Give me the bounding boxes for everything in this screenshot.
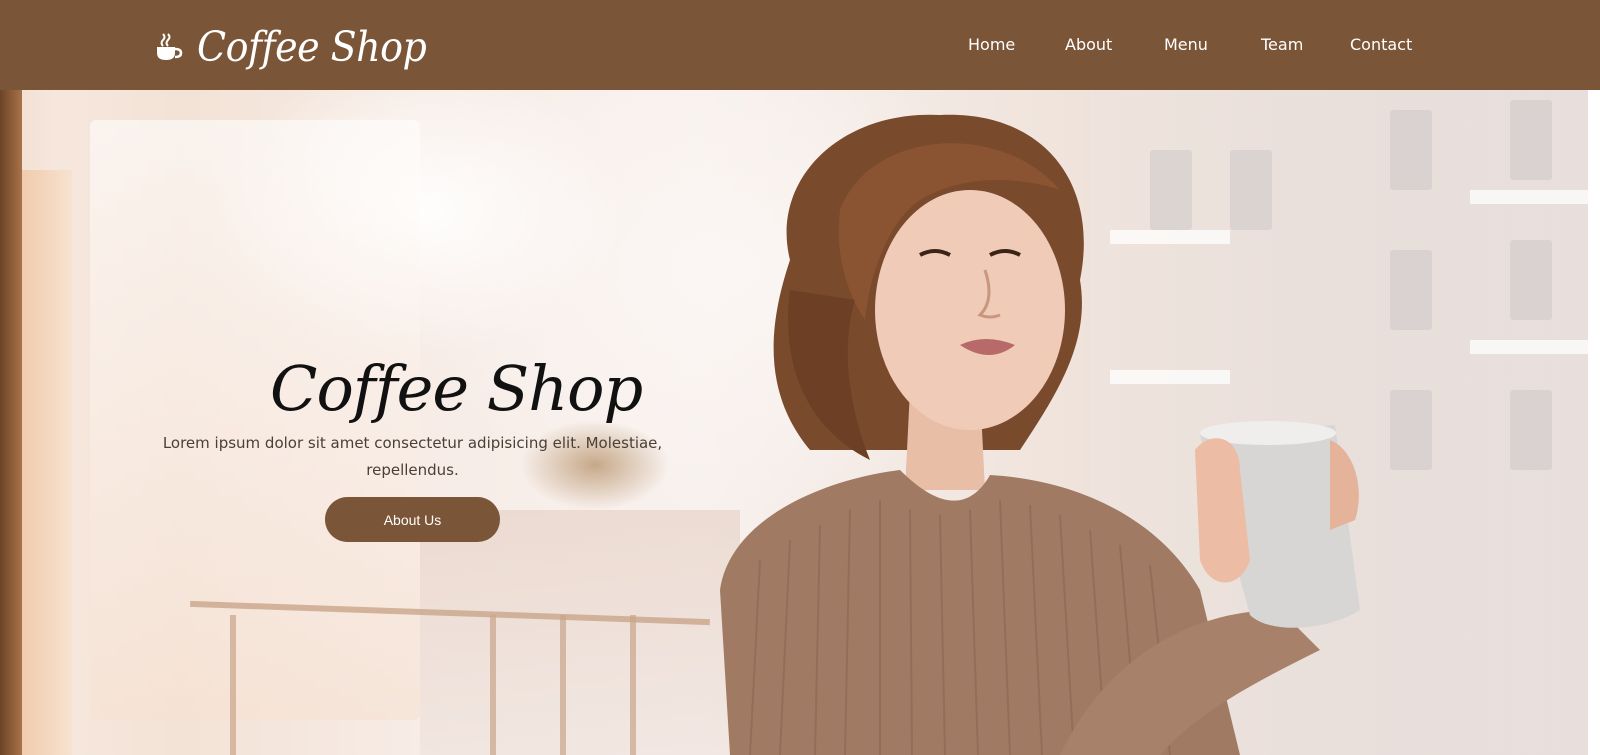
hero-title: Coffee Shop xyxy=(270,348,643,428)
nav-menu[interactable]: Menu xyxy=(1164,34,1208,56)
brand-logo[interactable]: Coffee Shop xyxy=(155,18,427,76)
nav-about[interactable]: About xyxy=(1065,34,1112,56)
nav-contact[interactable]: Contact xyxy=(1350,34,1412,56)
background-photo-detail xyxy=(22,170,72,755)
building-window xyxy=(1510,390,1552,470)
building-balcony xyxy=(1470,340,1588,354)
railing-post xyxy=(630,615,636,755)
nav-home[interactable]: Home xyxy=(968,34,1015,56)
site-header: Coffee Shop Home About Menu Team Contact xyxy=(0,0,1600,90)
railing-post xyxy=(560,615,566,755)
building-window xyxy=(1510,240,1552,320)
about-us-button[interactable]: About Us xyxy=(325,497,500,542)
railing-post xyxy=(230,615,236,755)
background-photo-detail xyxy=(0,90,22,755)
nav-team[interactable]: Team xyxy=(1261,34,1303,56)
coffee-cup-icon xyxy=(157,33,183,60)
brand-name: Coffee Shop xyxy=(197,23,427,71)
building-window xyxy=(1510,100,1552,180)
hero-photo-woman-with-mug xyxy=(720,114,1360,755)
building-balcony xyxy=(1470,190,1588,204)
hero-description: Lorem ipsum dolor sit amet consectetur a… xyxy=(162,434,663,479)
hero-title-text: Coffee Shop xyxy=(270,351,643,425)
hero-section: Coffee Shop Lorem ipsum dolor sit amet c… xyxy=(0,90,1588,755)
page-scrollbar[interactable] xyxy=(1588,100,1600,755)
railing-post xyxy=(490,615,496,755)
